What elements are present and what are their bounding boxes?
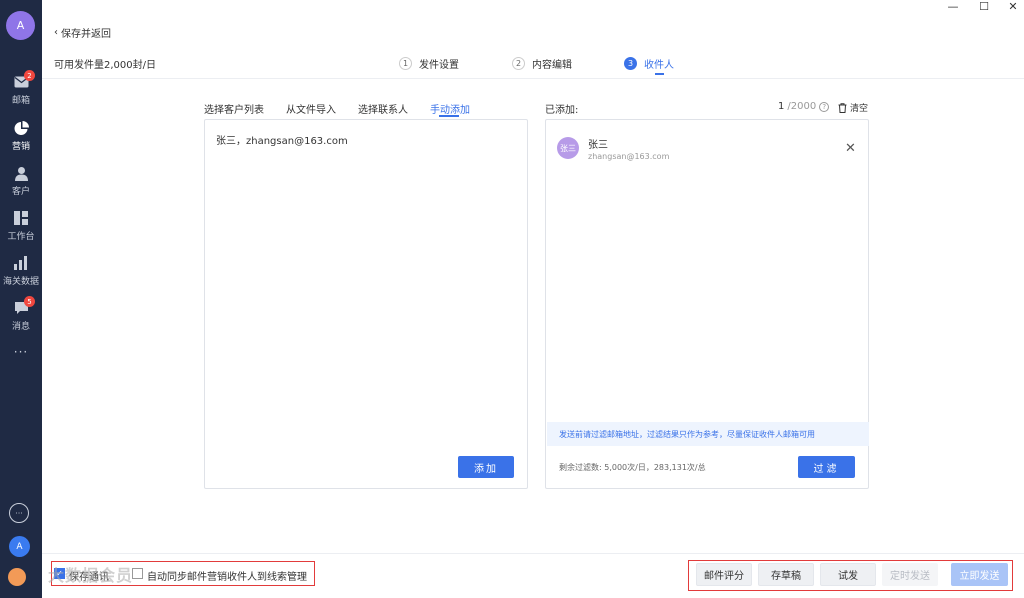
step-number: 3 xyxy=(624,57,637,70)
header-divider xyxy=(42,78,1024,79)
sending-quota: 可用发件量2,000封/日 xyxy=(54,60,156,71)
tab-manual-add[interactable]: 手动添加 xyxy=(430,101,470,116)
sidebar-item-label: 客户 xyxy=(11,187,30,197)
tab-select-contacts[interactable]: 选择联系人 xyxy=(358,101,408,116)
account-avatar[interactable]: A xyxy=(9,536,30,557)
send-now-button[interactable]: 立即发送 xyxy=(951,563,1008,586)
maximize-button[interactable]: ☐ xyxy=(977,0,991,13)
step-send-settings[interactable]: 1 发件设置 xyxy=(399,56,459,71)
sidebar-item-messages[interactable]: 5 消息 xyxy=(0,296,42,340)
sidebar: A 2 邮箱 营销 客户 工作台 海关数据 5 消息 ··· ··· A xyxy=(0,0,42,598)
email-score-button[interactable]: 邮件评分 xyxy=(696,563,752,586)
clear-label: 清空 xyxy=(850,104,869,114)
sync-leads-checkbox[interactable] xyxy=(132,568,143,579)
added-recipients-panel: 张三 张三 zhangsan@163.com ✕ 发送前请过滤邮箱地址，过滤结果… xyxy=(545,119,869,489)
chat-icon: 5 xyxy=(13,296,35,316)
app-window: A 2 邮箱 营销 客户 工作台 海关数据 5 消息 ··· ··· A — ☐… xyxy=(0,0,1024,598)
mail-icon: 2 xyxy=(13,70,35,90)
step-label: 收件人 xyxy=(644,60,674,71)
filter-notice: 发送前请过滤邮箱地址，过滤结果只作为参考，尽量保证收件人邮箱可用 xyxy=(547,422,869,446)
mail-badge: 2 xyxy=(24,70,35,81)
recipient-name: 张三 xyxy=(588,140,608,151)
recipient-email: zhangsan@163.com xyxy=(588,152,670,161)
tab-customer-list[interactable]: 选择客户列表 xyxy=(204,101,264,116)
footer-divider xyxy=(42,553,1024,554)
sidebar-item-workbench[interactable]: 工作台 xyxy=(0,210,42,250)
sync-leads-label: 自动同步邮件营销收件人到线索管理 xyxy=(147,572,307,583)
scheduled-send-button[interactable]: 定时发送 xyxy=(882,563,938,586)
sidebar-item-label: 邮箱 xyxy=(11,96,30,106)
manual-input-area[interactable]: 张三，zhangsan@163.com 添加 xyxy=(204,119,528,489)
sidebar-item-customs-data[interactable]: 海关数据 xyxy=(0,255,42,295)
test-send-button[interactable]: 试发 xyxy=(820,563,876,586)
added-label: 已添加: xyxy=(545,105,579,116)
remaining-filter-count: 剩余过滤数: 5,000次/日，283,131次/总 xyxy=(559,463,706,472)
add-button[interactable]: 添加 xyxy=(458,456,514,478)
more-options-button[interactable]: ··· xyxy=(9,503,29,523)
grid-icon xyxy=(13,210,29,226)
sidebar-item-label: 营销 xyxy=(11,142,30,152)
step-label: 内容编辑 xyxy=(532,60,572,71)
tab-import-file[interactable]: 从文件导入 xyxy=(286,101,336,116)
messages-badge: 5 xyxy=(24,296,35,307)
close-window-button[interactable]: ✕ xyxy=(1006,0,1020,13)
person-icon xyxy=(13,165,29,181)
sidebar-item-label: 工作台 xyxy=(7,232,35,242)
active-tab-indicator xyxy=(439,115,459,117)
trash-icon xyxy=(838,102,847,113)
step-number: 1 xyxy=(399,57,412,70)
recipient-avatar: 张三 xyxy=(557,137,579,159)
sidebar-item-label: 消息 xyxy=(11,322,30,332)
save-draft-button[interactable]: 存草稿 xyxy=(758,563,814,586)
count-total: /2000 xyxy=(787,101,817,112)
sidebar-item-marketing[interactable]: 营销 xyxy=(0,120,42,160)
recipient-count: 1/2000 ? xyxy=(778,101,830,112)
help-icon[interactable]: ? xyxy=(819,101,830,112)
sidebar-item-label: 海关数据 xyxy=(2,277,39,287)
pie-chart-icon xyxy=(13,120,29,136)
remove-recipient-close-icon[interactable]: ✕ xyxy=(845,141,856,156)
watermark: 大数据会员 xyxy=(48,566,134,585)
clear-button[interactable]: 清空 xyxy=(838,101,868,114)
step-number: 2 xyxy=(512,57,525,70)
user-avatar[interactable]: A xyxy=(6,11,35,40)
active-step-indicator xyxy=(655,73,664,75)
manual-input-text[interactable]: 张三，zhangsan@163.com xyxy=(216,132,348,147)
sidebar-more-icon[interactable]: ··· xyxy=(0,345,42,359)
bar-chart-icon xyxy=(13,255,29,271)
step-label: 发件设置 xyxy=(419,60,459,71)
app-logo-icon xyxy=(8,568,26,586)
step-recipients[interactable]: 3 收件人 xyxy=(624,56,674,71)
back-label: 保存并返回 xyxy=(61,29,111,40)
sidebar-item-customer[interactable]: 客户 xyxy=(0,165,42,205)
minimize-button[interactable]: — xyxy=(946,0,960,13)
step-content-edit[interactable]: 2 内容编辑 xyxy=(512,56,572,71)
sidebar-item-mail[interactable]: 2 邮箱 xyxy=(0,70,42,114)
chevron-left-icon: ‹ xyxy=(54,27,58,38)
filter-button[interactable]: 过滤 xyxy=(798,456,855,478)
count-current: 1 xyxy=(778,101,785,112)
save-and-back-link[interactable]: ‹ 保存并返回 xyxy=(54,25,111,40)
